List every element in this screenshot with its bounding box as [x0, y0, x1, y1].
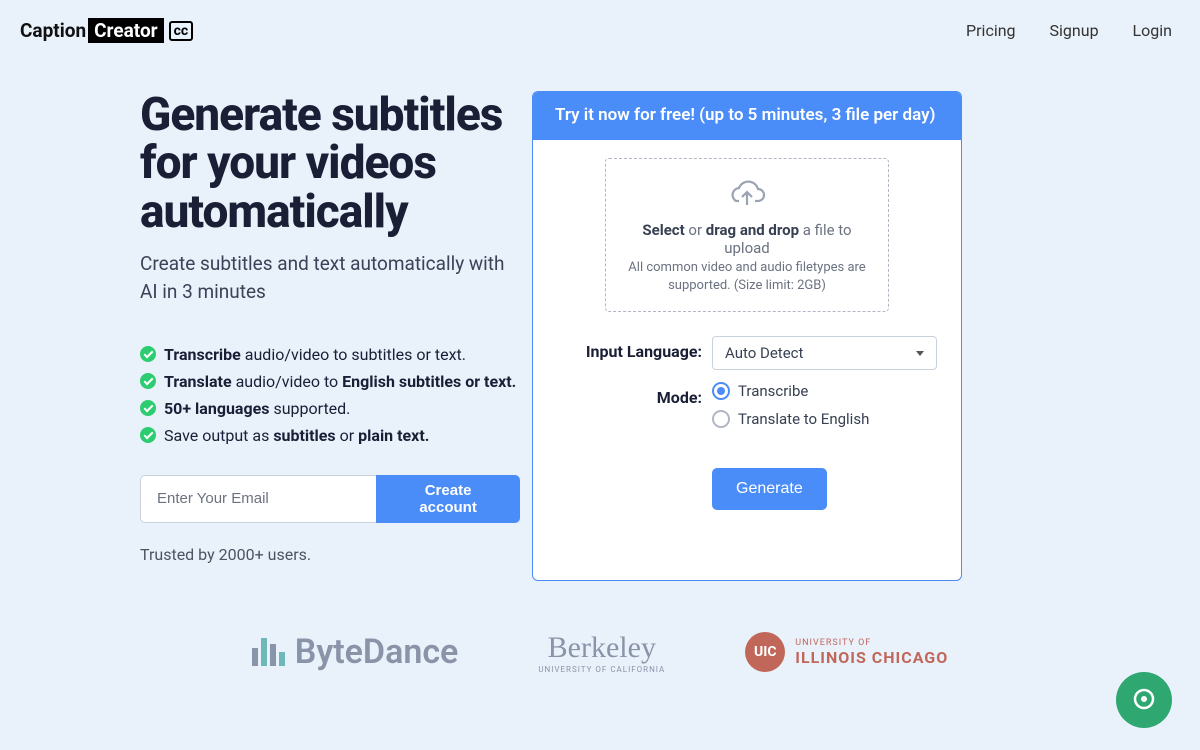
try-panel: Try it now for free! (up to 5 minutes, 3…	[532, 91, 962, 581]
panel-header: Try it now for free! (up to 5 minutes, 3…	[533, 92, 961, 140]
logo-badge: cc	[169, 21, 194, 41]
logo-text-2: Creator	[88, 18, 164, 43]
check-icon	[140, 427, 156, 443]
email-input[interactable]	[140, 475, 376, 523]
create-account-button[interactable]: Create account	[376, 475, 520, 523]
cloud-upload-icon	[729, 177, 765, 209]
panel-body: Select or drag and drop a file to upload…	[533, 140, 961, 580]
check-icon	[140, 400, 156, 416]
radio-icon	[712, 410, 730, 428]
chevron-down-icon	[916, 351, 924, 356]
check-icon	[140, 346, 156, 362]
nav-signup[interactable]: Signup	[1050, 21, 1099, 40]
language-label: Input Language:	[557, 336, 712, 361]
nav-login[interactable]: Login	[1133, 21, 1172, 40]
main: Generate subtitles for your videos autom…	[0, 43, 1200, 581]
email-signup-row: Create account	[140, 475, 520, 523]
language-select[interactable]: Auto Detect	[712, 336, 937, 370]
hero-title: Generate subtitles for your videos autom…	[140, 91, 520, 236]
mode-label: Mode:	[557, 382, 712, 407]
language-row: Input Language: Auto Detect	[557, 336, 937, 370]
language-value: Auto Detect	[725, 344, 803, 362]
hero-subtitle: Create subtitles and text automatically …	[140, 250, 520, 307]
check-icon	[140, 373, 156, 389]
feature-output: Save output as subtitles or plain text.	[140, 426, 520, 445]
logo-berkeley: Berkeley UNIVERSITY OF CALIFORNIA	[538, 631, 665, 674]
trusted-text: Trusted by 2000+ users.	[140, 545, 520, 564]
nav-pricing[interactable]: Pricing	[966, 21, 1016, 40]
logo[interactable]: Caption Creator cc	[20, 18, 193, 43]
feature-languages: 50+ languages supported.	[140, 399, 520, 418]
top-nav: Pricing Signup Login	[966, 21, 1172, 40]
try-panel-wrapper: Try it now for free! (up to 5 minutes, 3…	[532, 91, 962, 581]
feature-list: Transcribe audio/video to subtitles or t…	[140, 345, 520, 445]
logo-uic: UIC UNIVERSITY OF ILLINOIS CHICAGO	[745, 632, 948, 672]
bytedance-icon	[252, 638, 285, 666]
uic-badge-icon: UIC	[745, 632, 785, 672]
file-dropzone[interactable]: Select or drag and drop a file to upload…	[605, 158, 889, 312]
generate-button[interactable]: Generate	[712, 468, 827, 510]
feature-translate: Translate audio/video to English subtitl…	[140, 372, 520, 391]
logo-bytedance: ByteDance	[252, 632, 459, 672]
hero-section: Generate subtitles for your videos autom…	[0, 91, 520, 581]
header: Caption Creator cc Pricing Signup Login	[0, 0, 1200, 43]
dropzone-line2: All common video and audio filetypes are…	[618, 259, 876, 295]
mode-row: Mode: Transcribe Translate to English	[557, 382, 937, 438]
feature-transcribe: Transcribe audio/video to subtitles or t…	[140, 345, 520, 364]
chat-icon	[1131, 687, 1157, 713]
dropzone-line1: Select or drag and drop a file to upload	[618, 221, 876, 257]
partner-logos: ByteDance Berkeley UNIVERSITY OF CALIFOR…	[0, 631, 1200, 674]
radio-icon	[712, 382, 730, 400]
chat-button[interactable]	[1116, 672, 1172, 728]
logo-text-1: Caption	[20, 19, 86, 42]
mode-transcribe-option[interactable]: Transcribe	[712, 382, 937, 400]
mode-radios: Transcribe Translate to English	[712, 382, 937, 438]
mode-translate-option[interactable]: Translate to English	[712, 410, 937, 428]
